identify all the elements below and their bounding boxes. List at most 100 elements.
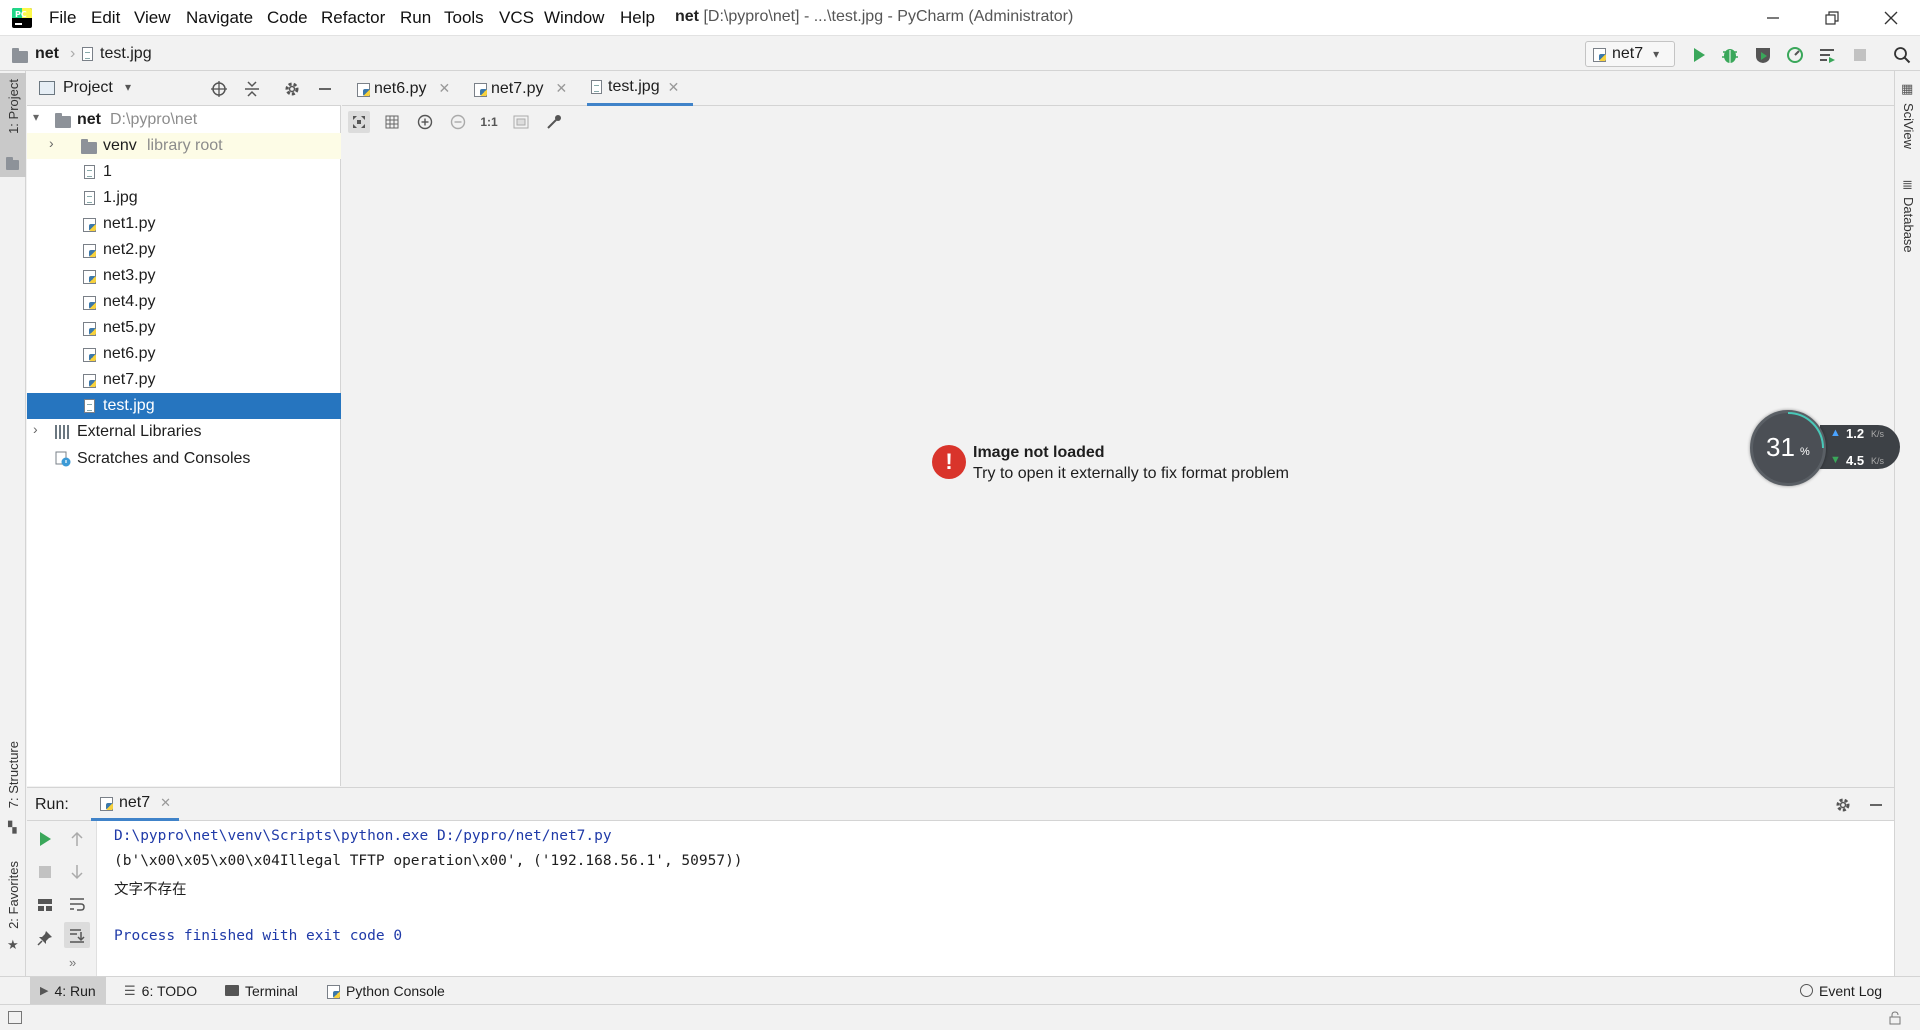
- menu-vcs[interactable]: VCS: [499, 8, 534, 28]
- menu-tools[interactable]: Tools: [444, 8, 484, 28]
- tree-file-label: net7.py: [103, 371, 156, 388]
- concurrency-diagram-icon[interactable]: [1816, 44, 1838, 66]
- menu-file[interactable]: File: [49, 8, 76, 28]
- structure-tool-tab[interactable]: 7: Structure ▚: [0, 741, 26, 841]
- scroll-up-icon[interactable]: [64, 826, 90, 852]
- menu-view[interactable]: View: [134, 8, 171, 28]
- image-file-icon: [82, 47, 93, 66]
- pin-icon[interactable]: [32, 925, 58, 951]
- zoom-in-icon[interactable]: [414, 111, 436, 133]
- more-actions-icon[interactable]: »: [69, 955, 76, 970]
- stop-icon[interactable]: [1849, 44, 1871, 66]
- tab-net7[interactable]: net7.py ✕: [473, 71, 567, 106]
- terminal-tool-button[interactable]: Terminal: [225, 977, 298, 1004]
- tree-scratches[interactable]: Scratches and Consoles: [27, 446, 341, 472]
- close-tab-icon[interactable]: ✕: [668, 79, 680, 96]
- zoom-out-icon[interactable]: [447, 111, 469, 133]
- debug-icon[interactable]: [1719, 44, 1741, 66]
- menu-run[interactable]: Run: [400, 8, 431, 28]
- scroll-to-end-icon[interactable]: [64, 922, 90, 948]
- run-tab-net7[interactable]: net7 ✕: [91, 788, 180, 821]
- layout-icon[interactable]: [32, 892, 58, 918]
- tree-file-selected[interactable]: test.jpg: [27, 393, 341, 419]
- tree-root-net[interactable]: ▾ net D:\pypro\net: [27, 107, 341, 133]
- lock-icon[interactable]: [1888, 1011, 1902, 1025]
- tree-file[interactable]: 1: [27, 159, 341, 185]
- tree-file[interactable]: net4.py: [27, 289, 341, 315]
- terminal-icon: [225, 985, 239, 996]
- tree-file[interactable]: net1.py: [27, 211, 341, 237]
- gear-icon[interactable]: [281, 78, 303, 100]
- fit-zoom-icon[interactable]: [348, 111, 370, 133]
- search-icon[interactable]: [1891, 44, 1913, 66]
- scroll-down-icon[interactable]: [64, 859, 90, 885]
- favorites-tool-tab[interactable]: 2: Favorites ★: [0, 861, 26, 961]
- breadcrumb-file[interactable]: test.jpg: [100, 45, 152, 63]
- menu-edit[interactable]: Edit: [91, 8, 120, 28]
- todo-tool-button[interactable]: ☰ 6: TODO: [124, 977, 197, 1004]
- collapsed-arrow-icon[interactable]: ›: [49, 135, 54, 151]
- python-console-tool-button[interactable]: Python Console: [326, 977, 445, 1004]
- network-speed-widget[interactable]: 31 % ▲ 1.2 K/s ▼ 4.5 K/s: [1750, 410, 1900, 486]
- database-tool-tab[interactable]: ≣ Database: [1895, 177, 1920, 287]
- color-picker-icon[interactable]: [543, 111, 565, 133]
- text-file-icon: [84, 165, 95, 184]
- hide-panel-icon[interactable]: [314, 78, 336, 100]
- expanded-arrow-icon[interactable]: ▾: [33, 110, 39, 124]
- run-tool-button[interactable]: ▶ 4: Run: [30, 977, 106, 1004]
- menu-window[interactable]: Window: [544, 8, 604, 28]
- close-window-icon[interactable]: [1868, 0, 1914, 36]
- menu-code[interactable]: Code: [267, 8, 308, 28]
- python-file-icon: [82, 243, 96, 262]
- tab-label: net7.py: [491, 79, 544, 97]
- gear-icon[interactable]: [1832, 794, 1854, 816]
- tree-venv[interactable]: › venv library root: [27, 133, 341, 159]
- hide-panel-icon[interactable]: [1865, 794, 1887, 816]
- tree-file[interactable]: 1.jpg: [27, 185, 341, 211]
- project-view-title[interactable]: Project: [63, 79, 113, 97]
- minimize-icon[interactable]: [1750, 0, 1796, 36]
- menu-refactor[interactable]: Refactor: [321, 8, 385, 28]
- run-configuration-select[interactable]: net7 ▾: [1585, 41, 1675, 67]
- run-icon[interactable]: [1688, 44, 1710, 66]
- soft-wrap-icon[interactable]: [64, 891, 90, 917]
- window-title-path: [D:\pypro\net] - ...\test.jpg - PyCharm …: [703, 8, 1074, 25]
- tree-external-libraries[interactable]: › External Libraries: [27, 419, 341, 445]
- stop-icon[interactable]: [32, 859, 58, 885]
- event-log-tool-button[interactable]: Event Log: [1800, 977, 1882, 1004]
- python-file-icon: [82, 269, 96, 288]
- tab-net6[interactable]: net6.py ✕: [356, 71, 450, 106]
- structure-tool-label: 7: Structure: [6, 741, 21, 809]
- project-tool-tab[interactable]: 1: Project: [0, 73, 26, 177]
- sciview-icon: ▦: [1901, 81, 1914, 96]
- grid-icon[interactable]: [381, 111, 403, 133]
- collapsed-arrow-icon[interactable]: ›: [33, 421, 38, 437]
- close-tab-icon[interactable]: ✕: [438, 80, 450, 97]
- breadcrumb-project[interactable]: net: [35, 45, 59, 63]
- locate-file-icon[interactable]: [208, 78, 230, 100]
- tree-file[interactable]: net6.py: [27, 341, 341, 367]
- collapse-all-icon[interactable]: [241, 78, 263, 100]
- close-tab-icon[interactable]: ✕: [555, 80, 567, 97]
- run-with-coverage-icon[interactable]: [1752, 44, 1774, 66]
- tree-file[interactable]: net2.py: [27, 237, 341, 263]
- close-tab-icon[interactable]: ✕: [160, 795, 171, 811]
- profile-icon[interactable]: [1784, 44, 1806, 66]
- cpu-percent-unit: %: [1800, 446, 1810, 458]
- tree-file[interactable]: net3.py: [27, 263, 341, 289]
- restore-icon[interactable]: [1809, 0, 1855, 36]
- tab-test-jpg-active[interactable]: test.jpg ✕: [587, 71, 693, 106]
- tree-file[interactable]: net5.py: [27, 315, 341, 341]
- toggle-tool-windows-icon[interactable]: [8, 1011, 22, 1024]
- menu-help[interactable]: Help: [620, 8, 655, 28]
- download-speed: 4.5: [1846, 453, 1865, 468]
- folder-icon: [12, 48, 28, 68]
- actual-size-button[interactable]: 1:1: [478, 111, 500, 133]
- tree-file[interactable]: net7.py: [27, 367, 341, 393]
- background-icon[interactable]: [510, 111, 532, 133]
- menu-navigate[interactable]: Navigate: [186, 8, 253, 28]
- rerun-icon[interactable]: [32, 826, 58, 852]
- tree-file-label: net4.py: [103, 293, 156, 310]
- tree-root-label: net: [77, 111, 101, 128]
- chevron-down-icon[interactable]: ▾: [125, 80, 131, 94]
